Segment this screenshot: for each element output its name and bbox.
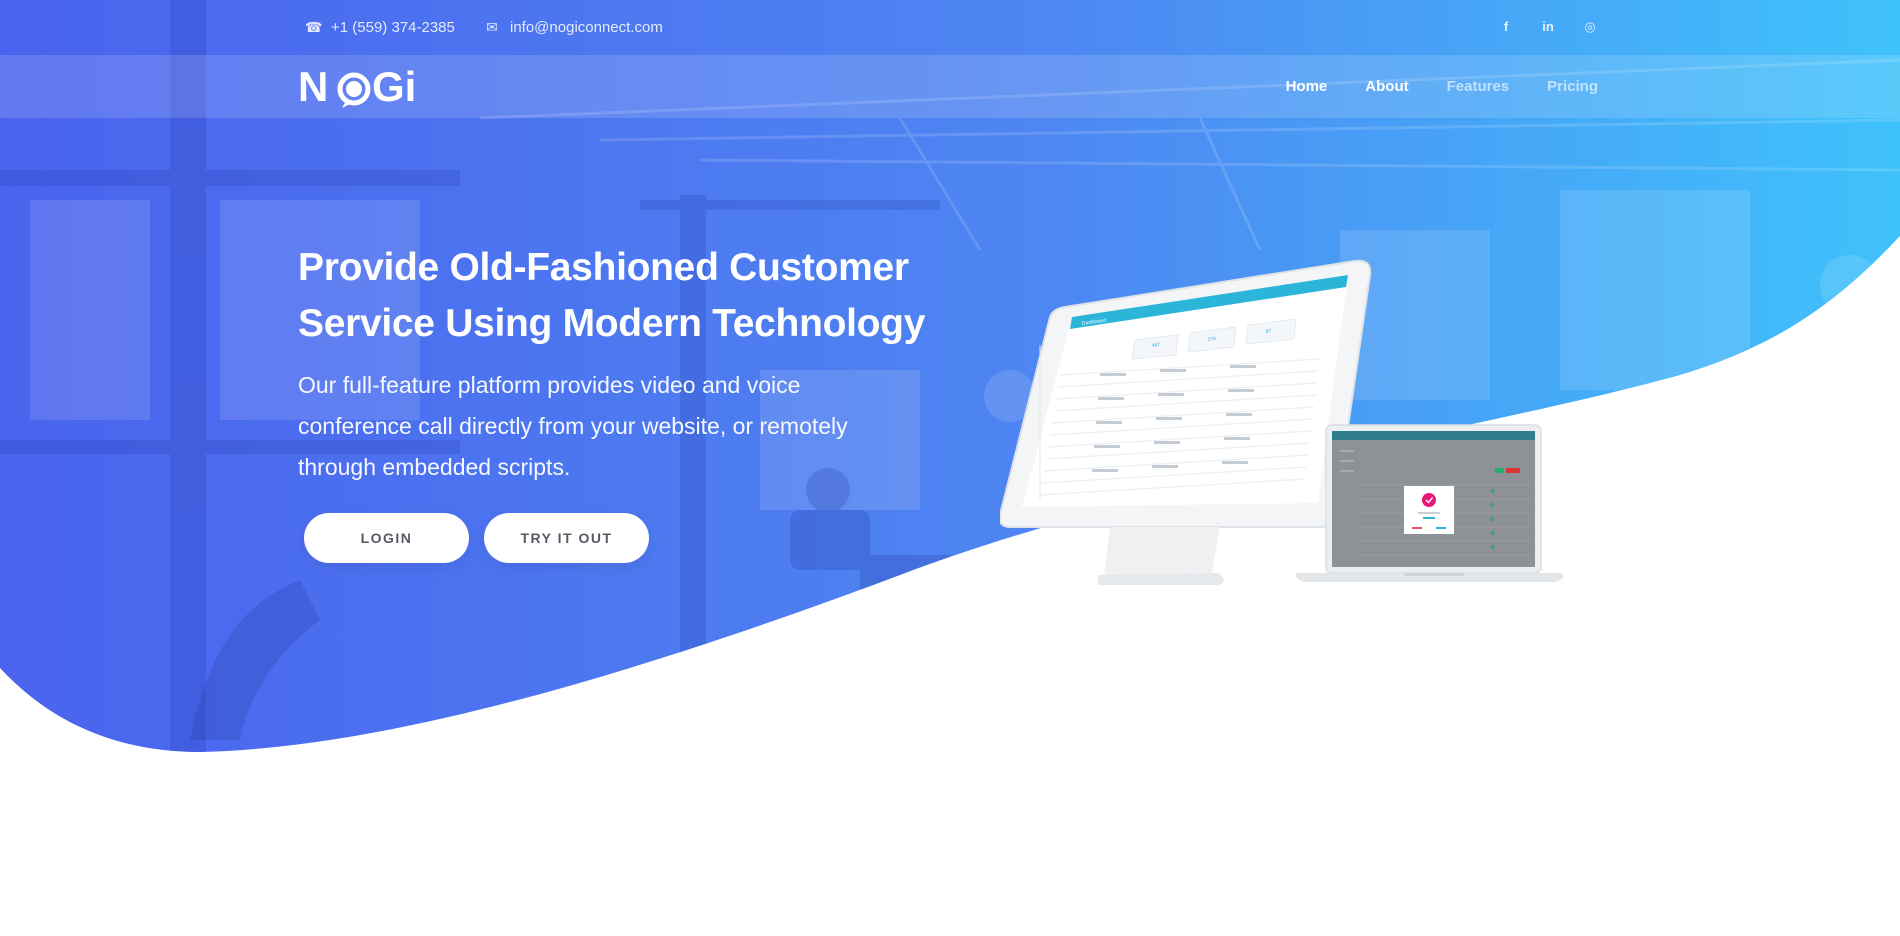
phone-icon: ☎ bbox=[305, 19, 323, 35]
subtext-line-2: conference call directly from your websi… bbox=[298, 413, 848, 439]
hero-headline: Provide Old-Fashioned Customer Service U… bbox=[298, 240, 938, 352]
device-mockup-image: Dashboard 467 276 87 bbox=[1000, 259, 1564, 585]
nav-features[interactable]: Features bbox=[1447, 78, 1510, 95]
nogi-logo[interactable]: N Gi bbox=[298, 65, 438, 109]
login-button[interactable]: LOGIN bbox=[304, 513, 469, 563]
linkedin-icon[interactable]: in bbox=[1541, 19, 1555, 35]
nav-about[interactable]: About bbox=[1365, 78, 1408, 95]
stat-3: 87 bbox=[1265, 328, 1272, 335]
headline-line-2: Service Using Modern Technology bbox=[298, 302, 926, 345]
subtext-line-1: Our full-feature platform provides video… bbox=[298, 372, 801, 398]
email-address[interactable]: info@nogiconnect.com bbox=[510, 19, 663, 36]
nav-pricing[interactable]: Pricing bbox=[1547, 78, 1598, 95]
facebook-icon[interactable]: f bbox=[1499, 19, 1513, 35]
phone-number[interactable]: +1 (559) 374-2385 bbox=[331, 19, 455, 36]
headline-line-1: Provide Old-Fashioned Customer bbox=[298, 246, 909, 289]
primary-nav: Home About Features Pricing bbox=[1286, 78, 1598, 95]
stat-2: 276 bbox=[1207, 336, 1216, 343]
stat-1: 467 bbox=[1151, 342, 1160, 349]
svg-text:Gi: Gi bbox=[372, 65, 416, 109]
envelope-icon: ✉ bbox=[486, 19, 498, 35]
subtext-line-3: through embedded scripts. bbox=[298, 454, 571, 480]
hero-subtext: Our full-feature platform provides video… bbox=[298, 365, 918, 488]
email-contact[interactable]: ✉ info@nogiconnect.com bbox=[484, 19, 663, 36]
social-links: f in ◎ bbox=[1499, 19, 1597, 35]
nav-home[interactable]: Home bbox=[1286, 78, 1328, 95]
top-contact-bar: ☎ +1 (559) 374-2385 ✉ info@nogiconnect.c… bbox=[0, 0, 1900, 55]
main-navbar: N Gi Home About Features Pricing bbox=[0, 55, 1900, 118]
laptop-mockup bbox=[1295, 424, 1564, 582]
monitor-mockup: Dashboard 467 276 87 bbox=[1000, 259, 1372, 585]
try-it-out-button[interactable]: TRY IT OUT bbox=[484, 513, 649, 563]
instagram-icon[interactable]: ◎ bbox=[1583, 19, 1597, 35]
hero-section: ☎ +1 (559) 374-2385 ✉ info@nogiconnect.c… bbox=[0, 0, 1900, 936]
svg-text:N: N bbox=[298, 65, 328, 109]
phone-contact[interactable]: ☎ +1 (559) 374-2385 bbox=[305, 19, 455, 36]
hero-background bbox=[0, 0, 1900, 752]
